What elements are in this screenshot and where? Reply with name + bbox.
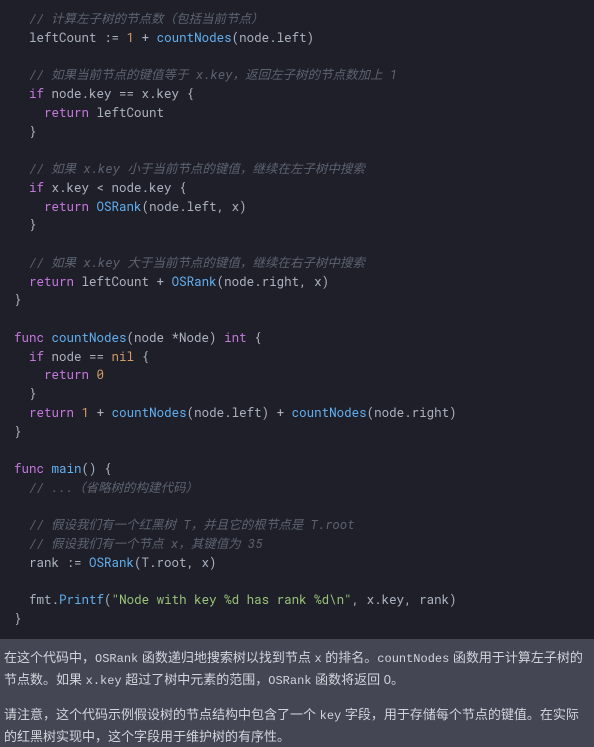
code-line: func main() { bbox=[14, 460, 594, 479]
code-line: if node == nil { bbox=[14, 348, 594, 367]
paragraph: 请注意，这个代码示例假设树的节点结构中包含了一个 key 字段，用于存储每个节点… bbox=[4, 704, 590, 747]
text: 的排名。 bbox=[322, 650, 378, 665]
code-line: leftCount := 1 + countNodes(node.left) bbox=[14, 29, 594, 48]
explanation-text: 在这个代码中，OSRank 函数递归地搜索树以找到节点 x 的排名。countN… bbox=[0, 639, 594, 747]
text: 在这个代码中， bbox=[4, 650, 95, 665]
code-line: func countNodes(node *Node) int { bbox=[14, 329, 594, 348]
code-line: return 0 bbox=[14, 366, 594, 385]
code-block: // 计算左子树的节点数（包括当前节点） leftCount := 1 + co… bbox=[0, 0, 594, 639]
text: 函数将返回 0。 bbox=[311, 672, 403, 687]
code-line bbox=[14, 573, 594, 592]
code-line bbox=[14, 48, 594, 67]
code-line: fmt.Printf("Node with key %d has rank %d… bbox=[14, 591, 594, 610]
code-line: // 假设我们有一个红黑树 T，并且它的根节点是 T.root bbox=[14, 516, 594, 535]
code-line: } bbox=[14, 423, 594, 442]
code-line bbox=[14, 141, 594, 160]
inline-code: x bbox=[314, 652, 321, 666]
code-line: // 如果 x.key 大于当前节点的键值，继续在右子树中搜索 bbox=[14, 254, 594, 273]
code-line: } bbox=[14, 610, 594, 629]
code-line: rank := OSRank(T.root, x) bbox=[14, 554, 594, 573]
code-line: // 如果当前节点的键值等于 x.key，返回左子树的节点数加上 1 bbox=[14, 66, 594, 85]
text: 超过了树中元素的范围， bbox=[122, 672, 269, 687]
inline-code: x.key bbox=[86, 674, 122, 688]
paragraph: 在这个代码中，OSRank 函数递归地搜索树以找到节点 x 的排名。countN… bbox=[4, 647, 590, 692]
code-line: // 如果 x.key 小于当前节点的键值，继续在左子树中搜索 bbox=[14, 160, 594, 179]
code-line: } bbox=[14, 385, 594, 404]
code-line: } bbox=[14, 216, 594, 235]
code-line: } bbox=[14, 123, 594, 142]
code-line bbox=[14, 441, 594, 460]
inline-code: OSRank bbox=[95, 652, 138, 666]
text: 函数递归地搜索树以找到节点 bbox=[138, 650, 314, 665]
code-line: // ...（省略树的构建代码） bbox=[14, 479, 594, 498]
code-line: // 假设我们有一个节点 x，其键值为 35 bbox=[14, 535, 594, 554]
inline-code: key bbox=[320, 709, 342, 723]
inline-code: countNodes bbox=[377, 652, 449, 666]
code-line: // 计算左子树的节点数（包括当前节点） bbox=[14, 10, 594, 29]
text: 请注意，这个代码示例假设树的节点结构中包含了一个 bbox=[4, 707, 320, 722]
code-line bbox=[14, 310, 594, 329]
code-line: return leftCount + OSRank(node.right, x) bbox=[14, 273, 594, 292]
code-line: return 1 + countNodes(node.left) + count… bbox=[14, 404, 594, 423]
code-line: } bbox=[14, 291, 594, 310]
code-line: return leftCount bbox=[14, 104, 594, 123]
code-line: if x.key < node.key { bbox=[14, 179, 594, 198]
code-line bbox=[14, 498, 594, 517]
inline-code: OSRank bbox=[268, 674, 311, 688]
code-line: if node.key == x.key { bbox=[14, 85, 594, 104]
code-line bbox=[14, 235, 594, 254]
code-line: return OSRank(node.left, x) bbox=[14, 198, 594, 217]
